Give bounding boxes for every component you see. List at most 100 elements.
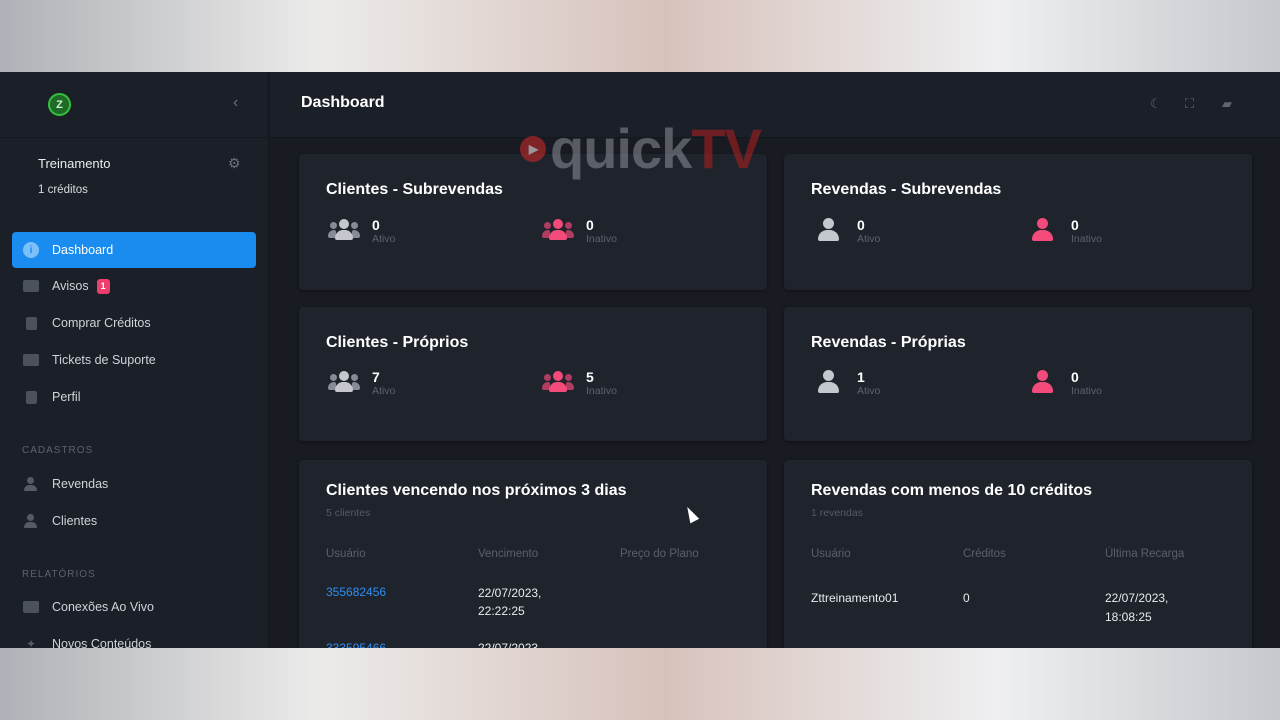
profile-icon [22,390,40,404]
table-cell-user-link[interactable]: 333595466 [326,639,386,648]
users-icon [22,514,40,528]
brand-bar: Z ‹ [0,72,269,138]
sidebar-item-perfil[interactable]: Perfil [12,379,256,415]
table-cell-time: 22:22:25 [478,604,525,618]
stat-label: Inativo [1071,233,1102,245]
stat-label: Ativo [857,385,881,397]
stat-inativo: 0 Inativo [1027,369,1102,397]
stat-value: 0 [1071,369,1079,385]
sidebar-item-label: Clientes [52,514,98,528]
stat-ativo: 0 Ativo [328,217,395,245]
user-icon [1027,369,1059,395]
card-title: Clientes - Próprios [326,334,469,351]
sidebar-item-label: Conexões Ao Vivo [52,600,154,614]
table-cell-credits: 0 [963,591,970,605]
card-revendas-proprias: Revendas - Próprias 1 Ativo 0 Inativo [784,307,1252,441]
sidebar-item-dashboard[interactable]: i Dashboard [12,232,256,268]
sidebar-item-label: Revendas [52,477,109,491]
table-cell-date: 22/07/2023 [478,641,539,648]
stat-value: 0 [372,217,380,233]
chat-icon [22,353,40,367]
card-title: Revendas - Próprias [811,334,966,351]
card-clientes-vencendo: Clientes vencendo nos próximos 3 dias 5 … [299,460,767,648]
card-title: Revendas - Subrevendas [811,181,1002,198]
stat-ativo: 0 Ativo [813,217,880,245]
gear-icon[interactable]: ⚙ [228,155,241,172]
sidebar-item-avisos[interactable]: Avisos 1 [12,268,256,304]
dollar-icon [22,316,40,330]
stat-label: Inativo [586,233,617,245]
stat-value: 0 [1071,217,1079,233]
video-letterbox-top [0,0,1280,72]
stat-inativo: 5 Inativo [542,369,617,397]
table-cell-date: 22/07/2023, [1105,591,1169,605]
stat-label: Ativo [372,385,396,397]
column-header: Vencimento [478,548,539,560]
column-header: Usuário [811,548,851,560]
sparkle-icon: ✦ [25,637,37,648]
sidebar: Z ‹ Treinamento 1 créditos ⚙ i Dashboard… [0,72,269,648]
watermark-text-tv: TV [691,117,762,180]
sidebar-item-tickets[interactable]: Tickets de Suporte [12,342,256,378]
sidebar-item-label: Tickets de Suporte [52,353,156,367]
play-icon: ▶ [520,135,546,162]
sidebar-item-label: Dashboard [52,243,114,257]
user-credits: 1 créditos [38,184,88,196]
topbar: Dashboard ☾ ⛶ ▰ [270,72,1280,138]
section-label-cadastros: CADASTROS [22,445,94,456]
column-header: Usuário [326,548,366,560]
card-title: Clientes vencendo nos próximos 3 dias [326,482,627,499]
stat-inativo: 0 Inativo [542,217,617,245]
fullscreen-icon[interactable]: ⛶ [1185,96,1194,112]
stat-label: Ativo [372,233,396,245]
card-clientes-proprios: Clientes - Próprios 7 Ativo 5 Inativo [299,307,767,441]
sidebar-item-label: Avisos [52,279,89,293]
users-icon [328,217,360,243]
card-title: Clientes - Subrevendas [326,181,503,198]
page-title: Dashboard [301,94,385,111]
card-revendas-menos-creditos: Revendas com menos de 10 créditos 1 reve… [784,460,1252,648]
sidebar-item-revendas[interactable]: Revendas [12,466,256,502]
flag-icon [22,279,40,293]
users-icon [542,369,574,395]
chevron-left-icon[interactable]: ‹ [233,94,238,112]
sidebar-item-novos-conteudos[interactable]: ✦ Novos Conteúdos [12,626,256,648]
logo-letter: Z [56,98,63,111]
moon-icon[interactable]: ☾ [1150,96,1162,112]
notification-badge: 1 [96,278,110,294]
table-cell-user: Zttreinamento01 [811,591,899,605]
logo[interactable]: Z [48,93,71,116]
user-icon [1027,217,1059,243]
stat-ativo: 7 Ativo [328,369,395,397]
users-icon [328,369,360,395]
user-icon [813,369,845,395]
user-icon [22,477,40,491]
chat-icon[interactable]: ▰ [1222,96,1232,112]
column-header: Preço do Plano [620,548,699,560]
stat-label: Inativo [1071,385,1102,397]
stat-value: 0 [857,217,865,233]
sidebar-item-label: Comprar Créditos [52,316,151,330]
column-header: Créditos [963,548,1006,560]
card-title: Revendas com menos de 10 créditos [811,482,1092,499]
stat-ativo: 1 Ativo [813,369,880,397]
stat-label: Inativo [586,385,617,397]
info-icon: i [22,242,40,258]
sidebar-item-label: Novos Conteúdos [52,637,152,648]
table-cell-time: 18:08:25 [1105,610,1152,624]
app-window: Z ‹ Treinamento 1 créditos ⚙ i Dashboard… [0,72,1280,648]
stat-value: 0 [586,217,594,233]
video-letterbox-bottom [0,648,1280,720]
users-icon [542,217,574,243]
quicktv-watermark: ▶ quick TV [520,116,762,181]
table-cell-user-link[interactable]: 355682456 [326,583,386,602]
watermark-text-quick: quick [550,117,692,180]
stat-value: 5 [586,369,594,385]
card-subtitle: 5 clientes [326,507,371,519]
sidebar-item-conexoes[interactable]: Conexões Ao Vivo [12,589,256,625]
user-name: Treinamento [38,156,111,171]
stat-inativo: 0 Inativo [1027,217,1102,245]
stat-label: Ativo [857,233,881,245]
sidebar-item-clientes[interactable]: Clientes [12,503,256,539]
sidebar-item-comprar-creditos[interactable]: Comprar Créditos [12,305,256,341]
